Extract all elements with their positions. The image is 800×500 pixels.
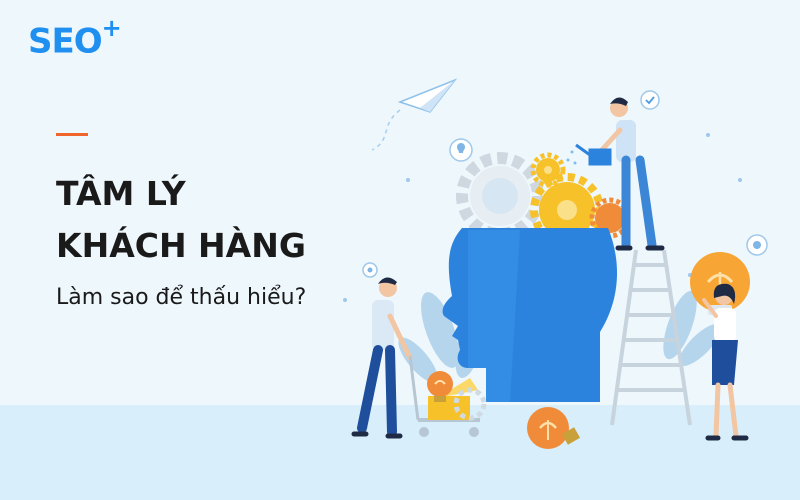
ladder <box>610 249 692 426</box>
lightbulb-badge-icon <box>449 138 473 162</box>
check-badge-icon <box>640 90 660 110</box>
settings-badge-left-icon <box>362 262 378 278</box>
illustration <box>343 78 768 449</box>
large-lightbulb-icon <box>690 252 750 315</box>
settings-badge-icon <box>746 234 768 256</box>
person-with-cart <box>351 277 413 439</box>
paper-plane-icon <box>371 78 458 151</box>
gear-large-grey-icon <box>456 152 544 240</box>
lightbulb-floor-icon <box>527 407 581 449</box>
